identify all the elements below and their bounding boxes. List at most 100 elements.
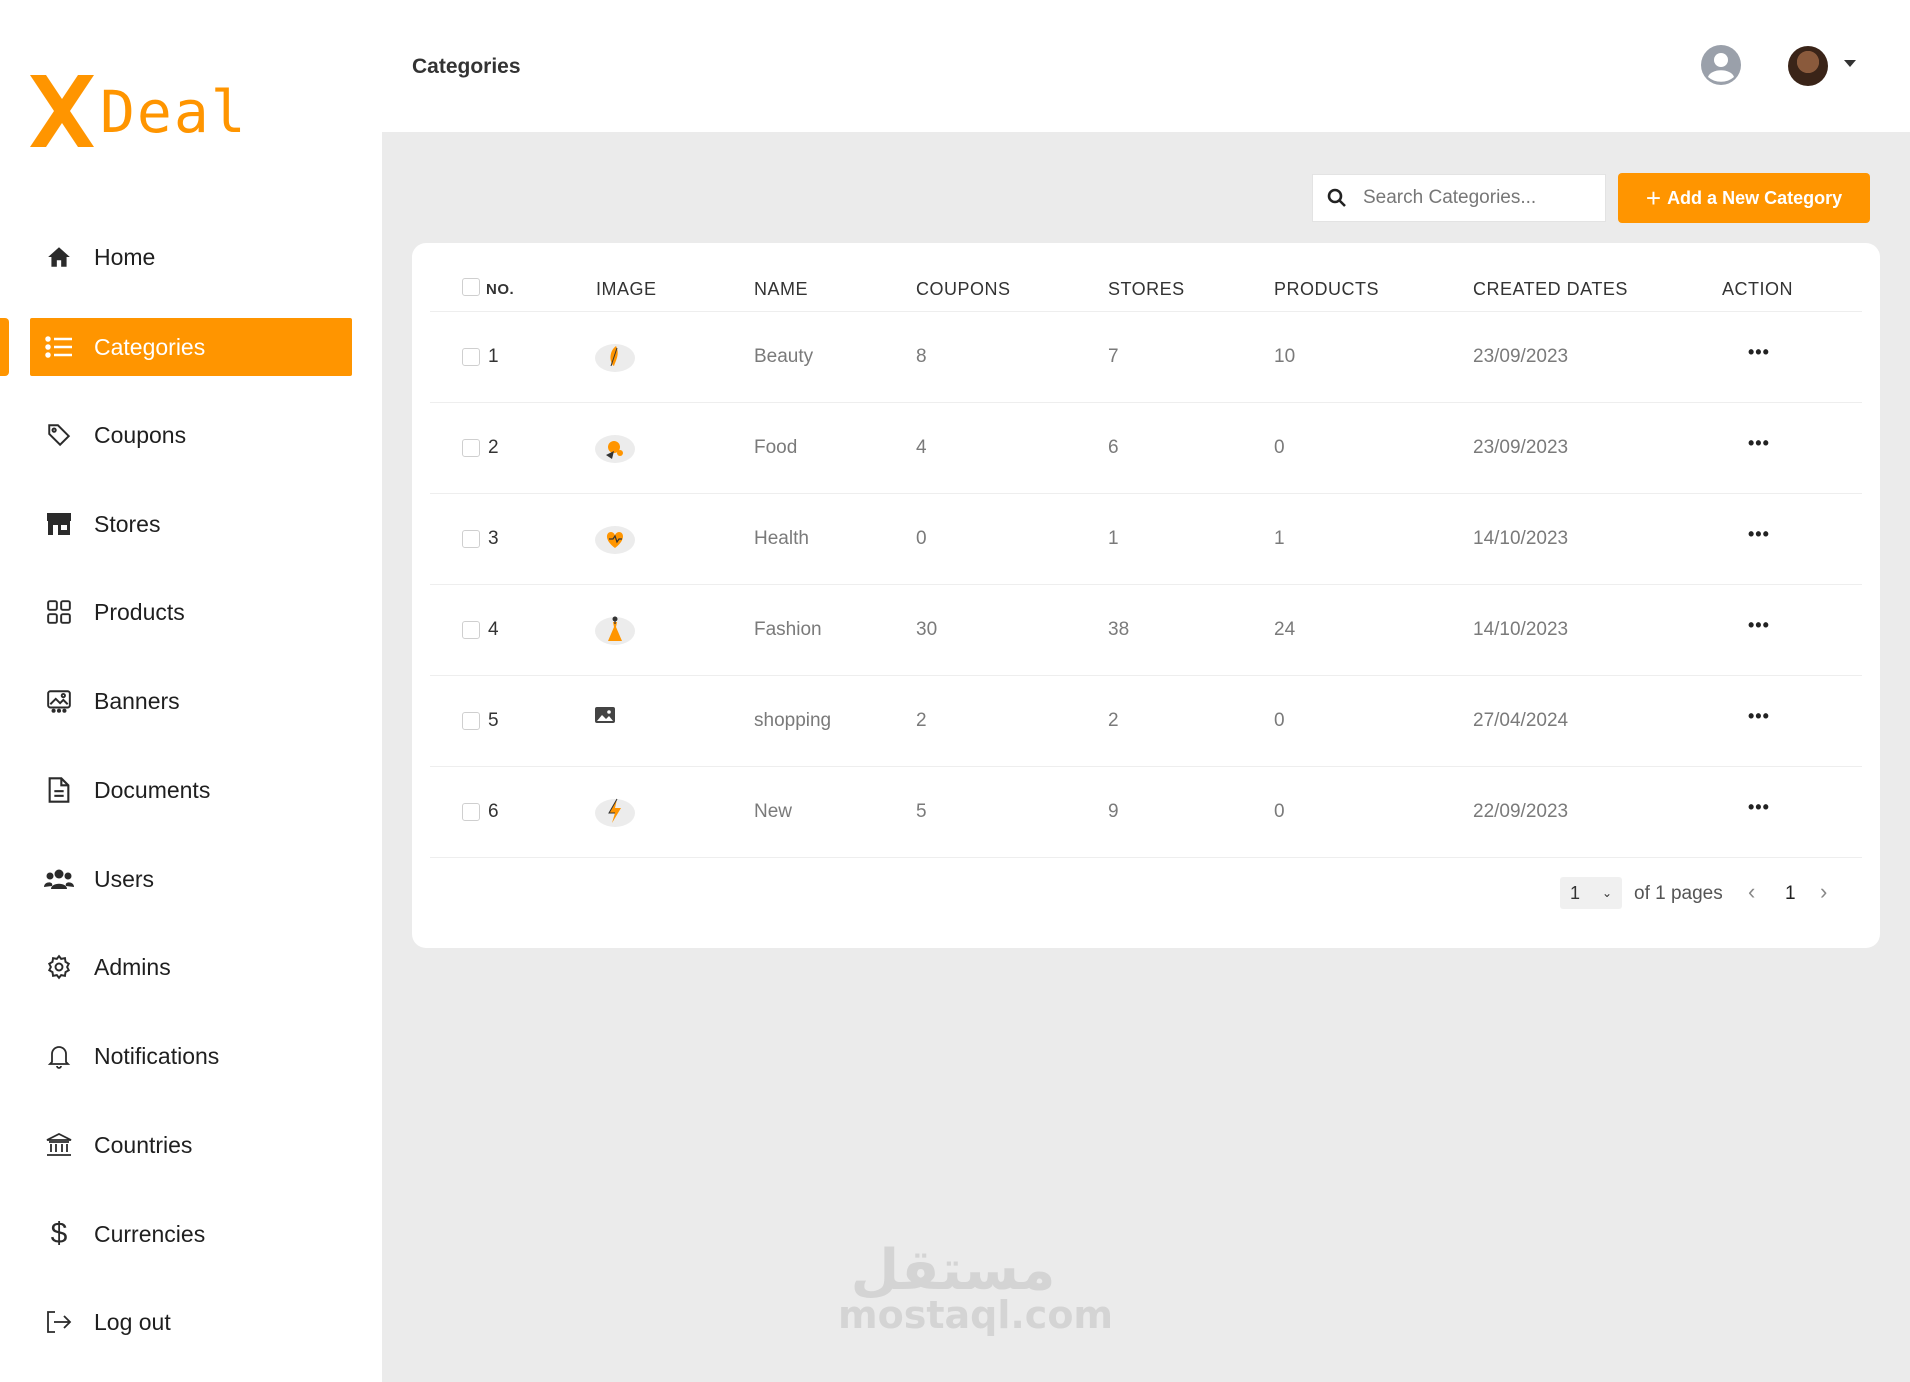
active-indicator: [0, 318, 9, 376]
stores-count: 1: [1108, 528, 1119, 549]
add-category-button[interactable]: + Add a New Category: [1618, 173, 1870, 223]
row-number: 3: [488, 528, 499, 549]
sidebar-item-coupons[interactable]: Coupons: [30, 406, 352, 464]
page-size-select[interactable]: 1 ⌄: [1560, 877, 1622, 909]
sidebar-item-label: Categories: [94, 333, 206, 360]
coupons-count: 5: [916, 801, 927, 822]
gear-icon: [44, 952, 74, 982]
table-row[interactable]: 2 Food 4 6 0 23/09/2023 •••: [430, 403, 1862, 494]
stores-count: 38: [1108, 619, 1130, 640]
coupons-count: 4: [916, 437, 927, 458]
row-checkbox[interactable]: [462, 348, 480, 366]
column-header-created-dates: CREATED DATES: [1473, 279, 1628, 299]
row-actions-button[interactable]: •••: [1748, 615, 1770, 636]
sidebar-item-label: Countries: [94, 1131, 193, 1158]
sidebar-item-logout[interactable]: Log out: [30, 1293, 352, 1351]
row-actions-button[interactable]: •••: [1748, 433, 1770, 454]
document-icon: [44, 775, 74, 805]
sidebar-item-label: Banners: [94, 687, 180, 714]
tag-icon: [44, 420, 74, 450]
categories-table: NO. IMAGE NAME COUPONS STORES PRODUCTS C…: [412, 243, 1880, 948]
food-thumbnail: [595, 435, 635, 463]
chevron-down-icon[interactable]: [1844, 60, 1856, 67]
search-icon: [1327, 188, 1346, 207]
row-actions-button[interactable]: •••: [1748, 797, 1770, 818]
table-row[interactable]: 4 Fashion 30 38 24 14/10/2023 •••: [430, 585, 1862, 676]
row-number: 5: [488, 710, 499, 731]
watermark: مستقل mostaql.com: [838, 1240, 1114, 1337]
fashion-thumbnail: [595, 616, 635, 645]
search-box[interactable]: [1312, 174, 1606, 222]
chevron-down-icon: ⌄: [1601, 886, 1612, 900]
row-number: 2: [488, 437, 499, 458]
sidebar: Deal Home Categories Coupons Stores Prod…: [0, 0, 382, 1382]
logo-x-mark: [30, 75, 94, 147]
stores-count: 7: [1108, 346, 1119, 367]
row-actions-button[interactable]: •••: [1748, 342, 1770, 363]
sidebar-item-categories[interactable]: Categories: [30, 318, 352, 376]
sidebar-item-currencies[interactable]: $ Currencies: [30, 1205, 352, 1263]
row-checkbox[interactable]: [462, 530, 480, 548]
sidebar-item-countries[interactable]: Countries: [30, 1116, 352, 1174]
created-date: 22/09/2023: [1473, 801, 1569, 822]
sidebar-item-home[interactable]: Home: [30, 228, 352, 286]
brand-name: Deal: [100, 78, 248, 146]
stores-count: 9: [1108, 801, 1119, 822]
bell-icon: [44, 1041, 74, 1071]
category-name: Fashion: [754, 619, 822, 640]
row-checkbox[interactable]: [462, 439, 480, 457]
watermark-latin: mostaql.com: [838, 1292, 1114, 1337]
sidebar-item-label: Users: [94, 865, 155, 892]
created-date: 23/09/2023: [1473, 437, 1569, 458]
category-name: shopping: [754, 710, 832, 731]
avatar[interactable]: [1788, 46, 1828, 86]
category-name: Beauty: [754, 346, 814, 367]
brand-logo[interactable]: Deal: [30, 75, 246, 155]
table-row[interactable]: 6 New 5 9 0 22/09/2023 •••: [430, 767, 1862, 858]
category-name: Health: [754, 528, 809, 549]
user-profile-icon[interactable]: [1700, 44, 1742, 86]
created-date: 14/10/2023: [1473, 528, 1569, 549]
sidebar-item-label: Coupons: [94, 421, 187, 448]
current-page[interactable]: 1: [1785, 883, 1796, 905]
products-count: 10: [1274, 346, 1296, 367]
top-header: Categories: [382, 0, 1910, 132]
row-number: 4: [488, 619, 499, 640]
sidebar-item-notifications[interactable]: Notifications: [30, 1027, 352, 1085]
category-name: Food: [754, 437, 798, 458]
coupons-count: 30: [916, 619, 938, 640]
stores-count: 2: [1108, 710, 1119, 731]
created-date: 14/10/2023: [1473, 619, 1569, 640]
table-row[interactable]: 1 Beauty 8 7 10 23/09/2023 •••: [430, 312, 1862, 403]
sidebar-item-admins[interactable]: Admins: [30, 938, 352, 996]
next-page-button[interactable]: ›: [1820, 879, 1827, 905]
row-checkbox[interactable]: [462, 803, 480, 821]
users-icon: [44, 864, 74, 894]
table-row[interactable]: 5 shopping 2 2 0 27/04/2024 •••: [430, 676, 1862, 767]
row-checkbox[interactable]: [462, 621, 480, 639]
sidebar-item-banners[interactable]: Banners: [30, 672, 352, 730]
sidebar-item-label: Products: [94, 598, 185, 625]
sidebar-item-stores[interactable]: Stores: [30, 495, 352, 553]
row-actions-button[interactable]: •••: [1748, 524, 1770, 545]
stores-count: 6: [1108, 437, 1119, 458]
created-date: 23/09/2023: [1473, 346, 1569, 367]
products-count: 24: [1274, 619, 1296, 640]
column-header-image: IMAGE: [596, 279, 657, 299]
table-row[interactable]: 3 Health 0 1 1 14/10/2023 •••: [430, 494, 1862, 585]
plus-icon: +: [1645, 183, 1662, 213]
created-date: 27/04/2024: [1473, 710, 1569, 731]
select-all-checkbox[interactable]: [462, 278, 480, 296]
sidebar-item-products[interactable]: Products: [30, 583, 352, 641]
page-title: Categories: [412, 55, 521, 78]
sidebar-item-label: Home: [94, 243, 156, 270]
prev-page-button[interactable]: ‹: [1748, 879, 1755, 905]
column-header-stores: STORES: [1108, 279, 1185, 299]
row-checkbox[interactable]: [462, 712, 480, 730]
row-actions-button[interactable]: •••: [1748, 706, 1770, 727]
new-thumbnail: [595, 798, 635, 827]
search-input[interactable]: [1363, 187, 1583, 209]
sidebar-item-users[interactable]: Users: [30, 850, 352, 908]
list-icon: [44, 332, 74, 362]
sidebar-item-documents[interactable]: Documents: [30, 761, 352, 819]
